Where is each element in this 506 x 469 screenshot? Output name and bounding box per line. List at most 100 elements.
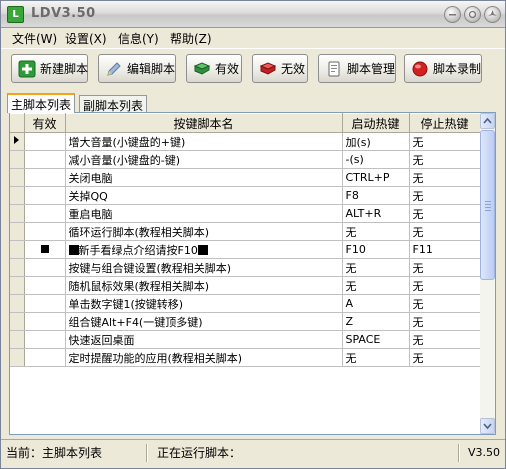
column-header-script-name[interactable]: 按键脚本名 bbox=[65, 113, 343, 133]
enabled-cell[interactable] bbox=[24, 330, 66, 349]
enabled-cell[interactable] bbox=[24, 294, 66, 313]
stop-hotkey-cell[interactable]: 无 bbox=[409, 330, 481, 349]
row-indicator[interactable] bbox=[10, 150, 25, 169]
column-header-stop-hotkey[interactable]: 停止热键 bbox=[409, 113, 481, 133]
scroll-thumb[interactable] bbox=[480, 130, 495, 280]
table-row[interactable]: 组合键Alt+F4(一键顶多键) Z 无 bbox=[10, 312, 481, 331]
enabled-cell[interactable] bbox=[24, 258, 66, 277]
stop-hotkey-cell[interactable]: 无 bbox=[409, 168, 481, 187]
column-header-enabled[interactable]: 有效 bbox=[24, 113, 66, 133]
stop-hotkey-cell[interactable]: 无 bbox=[409, 276, 481, 295]
menu-settings[interactable]: 设置(X) bbox=[65, 30, 107, 47]
scroll-up-button[interactable] bbox=[480, 113, 495, 129]
script-name-cell[interactable]: 减小音量(小键盘的-键) bbox=[65, 150, 343, 169]
row-indicator[interactable] bbox=[10, 258, 25, 277]
start-hotkey-cell[interactable]: -(s) bbox=[342, 150, 410, 169]
minimize-button[interactable] bbox=[444, 6, 461, 23]
table-row[interactable]: 增大音量(小键盘的+键) 加(s) 无 bbox=[10, 132, 481, 151]
tab-sub-script-list[interactable]: 副脚本列表 bbox=[79, 95, 148, 113]
new-script-button[interactable]: 新建脚本 bbox=[11, 54, 88, 83]
script-name-cell[interactable]: 关掉QQ bbox=[65, 186, 343, 205]
menu-info[interactable]: 信息(Y) bbox=[118, 30, 159, 47]
edit-script-button[interactable]: 编辑脚本 bbox=[98, 54, 176, 83]
enabled-cell[interactable] bbox=[24, 312, 66, 331]
stop-hotkey-cell[interactable]: 无 bbox=[409, 186, 481, 205]
stop-hotkey-cell[interactable]: 无 bbox=[409, 258, 481, 277]
script-name-cell[interactable]: 定时提醒功能的应用(教程相关脚本) bbox=[65, 348, 343, 367]
vertical-scrollbar[interactable] bbox=[480, 113, 495, 434]
row-indicator[interactable] bbox=[10, 168, 25, 187]
enabled-cell[interactable] bbox=[24, 276, 66, 295]
start-hotkey-cell[interactable]: ALT+R bbox=[342, 204, 410, 223]
title-bar[interactable]: L LDV3.50 bbox=[1, 1, 505, 28]
row-indicator[interactable] bbox=[10, 222, 25, 241]
menu-help[interactable]: 帮助(Z) bbox=[170, 30, 212, 47]
enabled-cell[interactable] bbox=[24, 168, 66, 187]
table-row[interactable]: 重启电脑 ALT+R 无 bbox=[10, 204, 481, 223]
disable-button[interactable]: 无效 bbox=[252, 54, 308, 83]
table-row[interactable]: 关掉QQ F8 无 bbox=[10, 186, 481, 205]
table-row[interactable]: 新手看绿点介绍请按F10 F10 F11 bbox=[10, 240, 481, 259]
row-indicator[interactable] bbox=[10, 186, 25, 205]
stop-hotkey-cell[interactable]: 无 bbox=[409, 150, 481, 169]
script-name-cell[interactable]: 随机鼠标效果(教程相关脚本) bbox=[65, 276, 343, 295]
start-hotkey-cell[interactable]: 加(s) bbox=[342, 132, 410, 151]
table-row[interactable]: 关闭电脑 CTRL+P 无 bbox=[10, 168, 481, 187]
script-name-cell[interactable]: 单击数字键1(按键转移) bbox=[65, 294, 343, 313]
row-indicator[interactable] bbox=[10, 330, 25, 349]
start-hotkey-cell[interactable]: SPACE bbox=[342, 330, 410, 349]
column-header-start-hotkey[interactable]: 启动热键 bbox=[342, 113, 410, 133]
row-indicator[interactable] bbox=[10, 204, 25, 223]
table-row[interactable]: 按键与组合键设置(教程相关脚本) 无无 bbox=[10, 258, 481, 277]
script-name-cell[interactable]: 重启电脑 bbox=[65, 204, 343, 223]
row-indicator[interactable] bbox=[10, 312, 25, 331]
start-hotkey-cell[interactable]: CTRL+P bbox=[342, 168, 410, 187]
enabled-cell[interactable] bbox=[24, 240, 66, 259]
stop-hotkey-cell[interactable]: 无 bbox=[409, 132, 481, 151]
script-name-cell[interactable]: 循环运行脚本(教程相关脚本) bbox=[65, 222, 343, 241]
row-indicator[interactable] bbox=[10, 294, 25, 313]
start-hotkey-cell[interactable]: Z bbox=[342, 312, 410, 331]
row-indicator[interactable] bbox=[10, 276, 25, 295]
close-button[interactable] bbox=[484, 6, 501, 23]
row-indicator[interactable] bbox=[10, 132, 25, 151]
menu-file[interactable]: 文件(W) bbox=[12, 30, 57, 47]
maximize-button[interactable] bbox=[464, 6, 481, 23]
script-manage-button[interactable]: 脚本管理 bbox=[318, 54, 396, 83]
enabled-cell[interactable] bbox=[24, 186, 66, 205]
stop-hotkey-cell[interactable]: 无 bbox=[409, 204, 481, 223]
start-hotkey-cell[interactable]: F8 bbox=[342, 186, 410, 205]
enabled-cell[interactable] bbox=[24, 204, 66, 223]
start-hotkey-cell[interactable]: F10 bbox=[342, 240, 410, 259]
start-hotkey-cell[interactable]: A bbox=[342, 294, 410, 313]
enabled-cell[interactable] bbox=[24, 348, 66, 367]
start-hotkey-cell[interactable]: 无 bbox=[342, 276, 410, 295]
row-indicator[interactable] bbox=[10, 240, 25, 259]
enabled-cell[interactable] bbox=[24, 222, 66, 241]
table-row[interactable]: 定时提醒功能的应用(教程相关脚本) 无无 bbox=[10, 348, 481, 367]
start-hotkey-cell[interactable]: 无 bbox=[342, 222, 410, 241]
table-row[interactable]: 单击数字键1(按键转移) A 无 bbox=[10, 294, 481, 313]
table-row[interactable]: 减小音量(小键盘的-键) -(s) 无 bbox=[10, 150, 481, 169]
tab-main-script-list[interactable]: 主脚本列表 bbox=[7, 93, 76, 113]
stop-hotkey-cell[interactable]: F11 bbox=[409, 240, 481, 259]
script-name-cell[interactable]: 组合键Alt+F4(一键顶多键) bbox=[65, 312, 343, 331]
script-record-button[interactable]: 脚本录制 bbox=[404, 54, 482, 83]
stop-hotkey-cell[interactable]: 无 bbox=[409, 294, 481, 313]
enabled-cell[interactable] bbox=[24, 132, 66, 151]
stop-hotkey-cell[interactable]: 无 bbox=[409, 312, 481, 331]
table-row[interactable]: 循环运行脚本(教程相关脚本) 无无 bbox=[10, 222, 481, 241]
script-name-cell[interactable]: 新手看绿点介绍请按F10 bbox=[65, 240, 343, 259]
script-name-cell[interactable]: 快速返回桌面 bbox=[65, 330, 343, 349]
table-row[interactable]: 随机鼠标效果(教程相关脚本) 无无 bbox=[10, 276, 481, 295]
enabled-cell[interactable] bbox=[24, 150, 66, 169]
script-name-cell[interactable]: 关闭电脑 bbox=[65, 168, 343, 187]
start-hotkey-cell[interactable]: 无 bbox=[342, 348, 410, 367]
table-row[interactable]: 快速返回桌面 SPACE 无 bbox=[10, 330, 481, 349]
script-name-cell[interactable]: 增大音量(小键盘的+键) bbox=[65, 132, 343, 151]
start-hotkey-cell[interactable]: 无 bbox=[342, 258, 410, 277]
scroll-down-button[interactable] bbox=[480, 418, 495, 434]
stop-hotkey-cell[interactable]: 无 bbox=[409, 348, 481, 367]
row-indicator[interactable] bbox=[10, 348, 25, 367]
script-name-cell[interactable]: 按键与组合键设置(教程相关脚本) bbox=[65, 258, 343, 277]
